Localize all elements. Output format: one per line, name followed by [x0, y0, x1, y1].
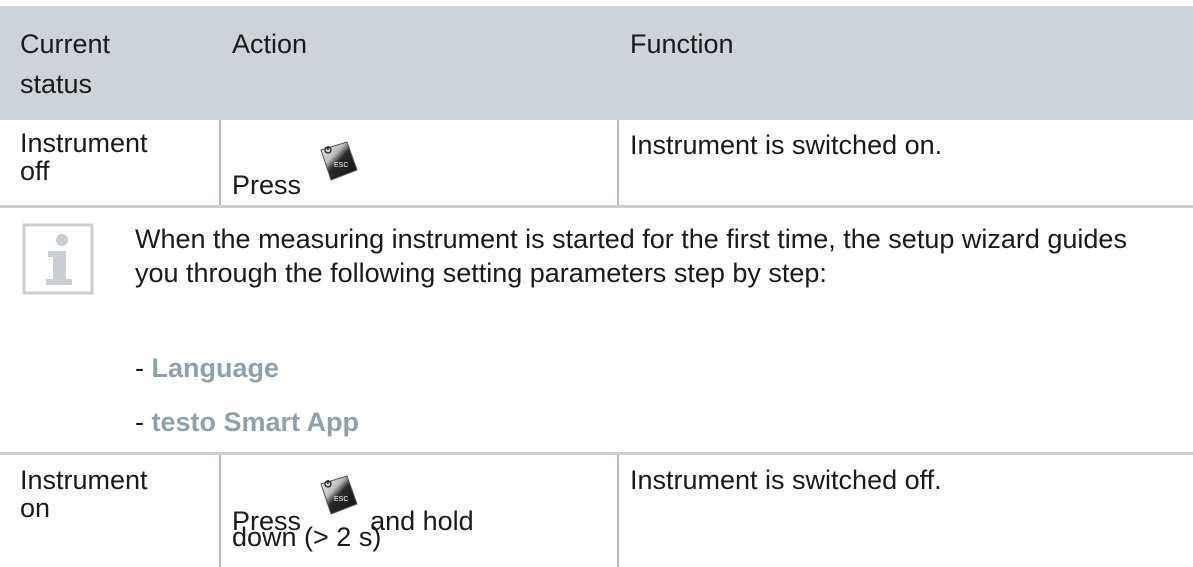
esc-power-key-icon: ESC [317, 140, 359, 182]
row1-status-line2: off [20, 156, 50, 186]
setup-wizard-note: When the measuring instrument is started… [135, 224, 1127, 288]
column-divider [617, 455, 619, 567]
svg-text:ESC: ESC [334, 496, 348, 503]
row-divider [0, 205, 1193, 208]
column-divider [219, 120, 221, 206]
svg-text:ESC: ESC [334, 162, 348, 169]
column-divider [219, 455, 221, 567]
note-item-smart-app: - testo Smart App [135, 405, 359, 439]
note-item-label: testo Smart App [151, 407, 360, 437]
instrument-function-table: Current status Action Function Instrumen… [0, 0, 1193, 567]
note-item-label: Language [151, 353, 280, 383]
header-action: Action [232, 29, 308, 59]
row1-action-text: Press [232, 170, 302, 200]
row2-status: Instrument on [20, 466, 148, 522]
row1-function: Instrument is switched on. [630, 130, 943, 160]
row2-status-line2: on [20, 493, 51, 523]
column-divider [617, 120, 619, 206]
row2-action-line2: down (> 2 s) [232, 522, 382, 552]
table-header: Current status Action Function [0, 6, 1193, 120]
header-current-status-line2: status [20, 69, 93, 99]
header-current-status-line1: Current [20, 29, 111, 59]
row2-function: Instrument is switched off. [630, 465, 942, 495]
row-divider [0, 452, 1193, 455]
row1-action: Press ESC [232, 140, 359, 199]
row1-status-line1: Instrument [20, 128, 148, 158]
row2-status-line1: Instrument [20, 465, 148, 495]
info-icon [22, 223, 94, 295]
header-current-status: Current status [20, 24, 110, 104]
header-function: Function [630, 29, 734, 59]
row1-status: Instrument off [20, 129, 148, 185]
list-bullet: - [135, 407, 152, 437]
note-item-language: - Language [135, 351, 279, 385]
row2-action: Press ESC and hold down (> 2 s) [232, 458, 612, 551]
esc-power-key-icon: ESC [317, 474, 359, 516]
list-bullet: - [135, 353, 152, 383]
